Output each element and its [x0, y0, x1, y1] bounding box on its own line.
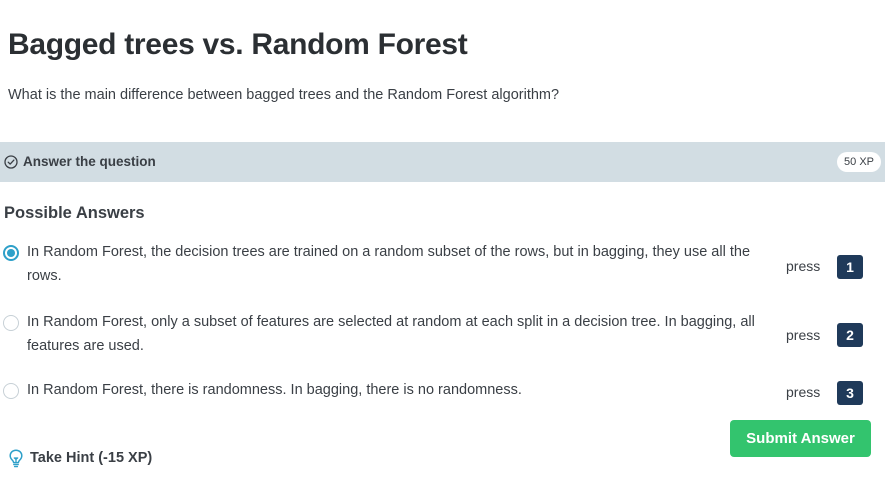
- answer-option-1[interactable]: In Random Forest, the decision trees are…: [0, 240, 885, 290]
- shortcut-key-badge: 2: [837, 323, 863, 347]
- press-label: press: [786, 258, 821, 274]
- radio-button[interactable]: [3, 383, 19, 399]
- question-text: What is the main difference between bagg…: [8, 87, 560, 103]
- shortcut-key-badge: 3: [837, 381, 863, 405]
- submit-answer-button[interactable]: Submit Answer: [730, 420, 871, 457]
- answer-option-2[interactable]: In Random Forest, only a subset of featu…: [0, 310, 885, 360]
- take-hint-label: Take Hint (-15 XP): [30, 450, 153, 466]
- possible-answers-heading: Possible Answers: [4, 204, 145, 222]
- press-label: press: [786, 384, 821, 400]
- answer-option-text: In Random Forest, only a subset of featu…: [27, 314, 755, 354]
- radio-button-selected[interactable]: [3, 245, 19, 261]
- check-circle-icon: [4, 155, 18, 169]
- answer-option-text: In Random Forest, the decision trees are…: [27, 244, 751, 284]
- answer-bar-label: Answer the question: [23, 154, 156, 169]
- radio-button[interactable]: [3, 315, 19, 331]
- press-label: press: [786, 327, 821, 343]
- answer-bar: Answer the question 50 XP: [0, 142, 885, 182]
- answer-option-3[interactable]: In Random Forest, there is randomness. I…: [0, 378, 885, 408]
- answer-option-text: In Random Forest, there is randomness. I…: [27, 382, 522, 398]
- shortcut-key-badge: 1: [837, 255, 863, 279]
- xp-badge: 50 XP: [837, 152, 881, 172]
- page-title: Bagged trees vs. Random Forest: [8, 28, 468, 61]
- lightbulb-icon: [9, 449, 23, 468]
